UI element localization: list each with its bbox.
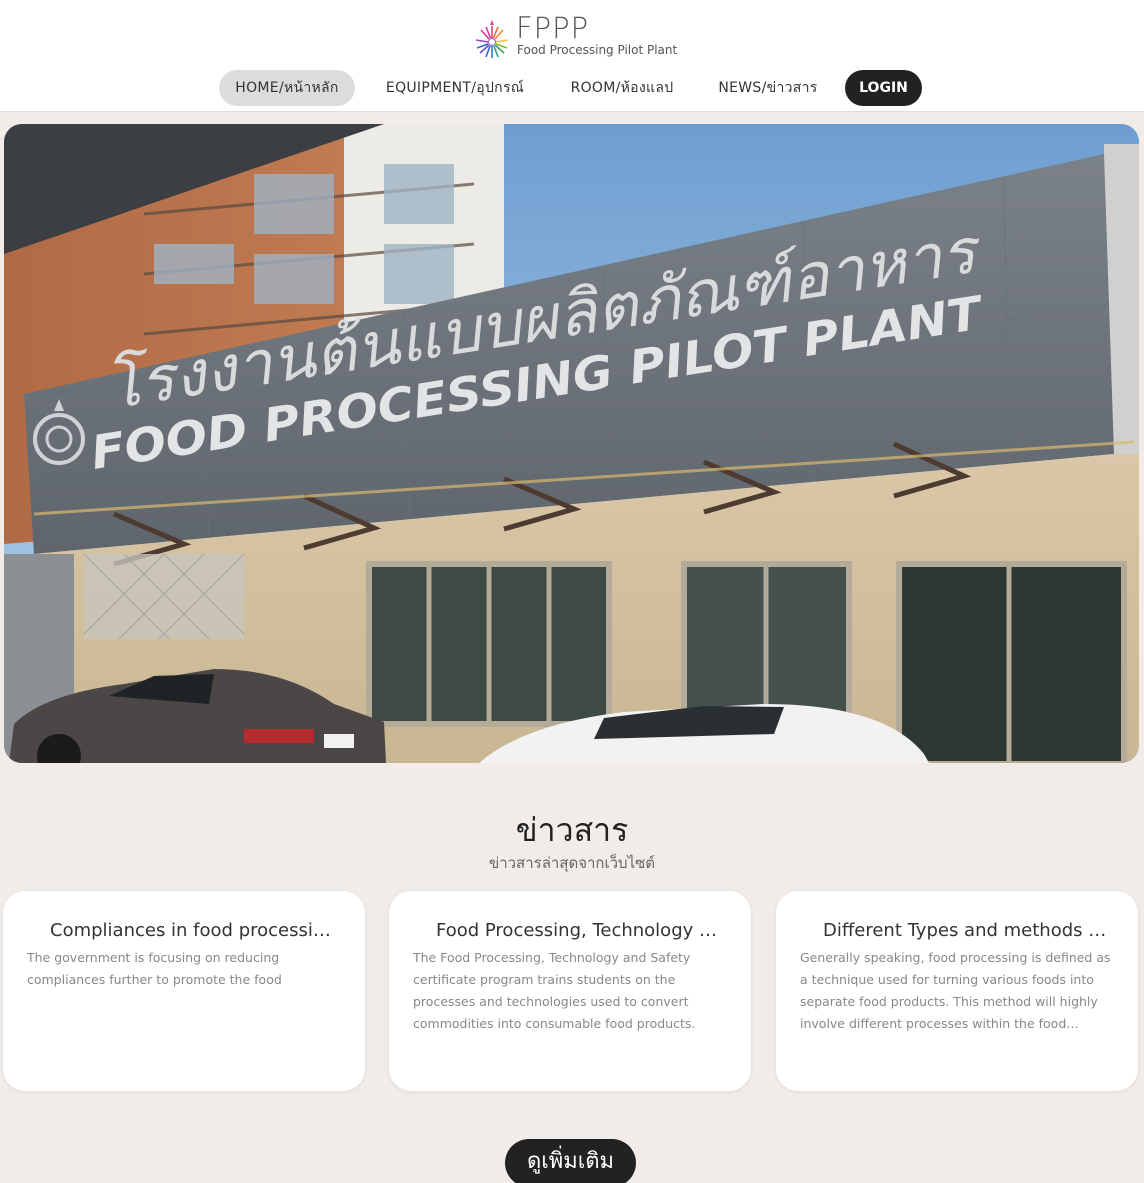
news-card-excerpt: Generally speaking, food processing is d…: [800, 950, 1111, 1031]
brand-subtitle: Food Processing Pilot Plant: [517, 43, 678, 57]
nav-item-room[interactable]: ROOM/ห้องแลป: [555, 70, 689, 106]
nav-item-home[interactable]: HOME/หน้าหลัก: [219, 70, 355, 106]
news-card[interactable]: Food Processing, Technology and Safety T…: [389, 891, 751, 1091]
main-nav: HOME/หน้าหลัก EQUIPMENT/อุปกรณ์ ROOM/ห้อ…: [0, 70, 1144, 106]
site-header: FPPP Food Processing Pilot Plant HOME/หน…: [0, 0, 1144, 112]
news-card-title[interactable]: Compliances in food processing: [50, 919, 335, 943]
see-more-button[interactable]: ดูเพิ่มเติม: [505, 1139, 636, 1183]
news-section-title: ข่าวสาร: [515, 811, 629, 849]
news-card-title[interactable]: Different Types and methods in food proc…: [823, 919, 1108, 943]
login-button[interactable]: LOGIN: [845, 70, 922, 106]
news-card-excerpt: The Food Processing, Technology and Safe…: [413, 950, 696, 1031]
hero-building-illustration: โรงงานต้นแบบผลิตภัณฑ์อาหาร FOOD PROCESSI…: [4, 124, 1139, 763]
news-card[interactable]: Compliances in food processing The gover…: [3, 891, 365, 1091]
news-card-excerpt: The government is focusing on reducing c…: [27, 950, 282, 987]
news-card-title[interactable]: Food Processing, Technology and Safety: [436, 919, 721, 943]
nav-item-equipment[interactable]: EQUIPMENT/อุปกรณ์: [370, 70, 540, 106]
brand-logo[interactable]: FPPP Food Processing Pilot Plant: [474, 12, 684, 62]
nav-item-news[interactable]: NEWS/ข่าวสาร: [705, 70, 831, 106]
radial-flower-logo-icon: [475, 20, 509, 58]
hero-banner-image: โรงงานต้นแบบผลิตภัณฑ์อาหาร FOOD PROCESSI…: [4, 124, 1139, 763]
brand-title: FPPP: [516, 11, 590, 45]
news-section-subtitle: ข่าวสารล่าสุดจากเว็บไซต์: [488, 854, 656, 872]
news-card[interactable]: Different Types and methods in food proc…: [776, 891, 1138, 1091]
